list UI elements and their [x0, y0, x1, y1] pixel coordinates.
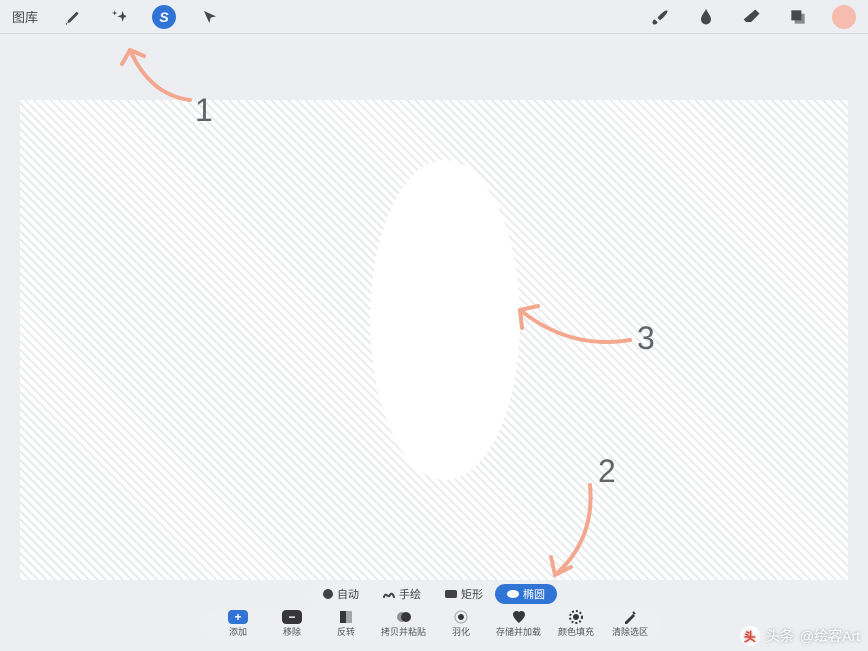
action-feather[interactable]: 羽化 [442, 610, 480, 638]
ellipse-icon [507, 590, 519, 598]
toolbar-left: 图库 S [12, 5, 222, 29]
annotation-arrow-3 [500, 280, 640, 360]
adjustments-wand-icon[interactable] [106, 5, 130, 29]
minus-icon: − [282, 610, 302, 624]
actions-wrench-icon[interactable] [60, 5, 84, 29]
selmode-auto[interactable]: 自动 [311, 584, 371, 604]
brush-icon[interactable] [648, 5, 672, 29]
invert-icon [337, 610, 355, 624]
annotation-arrow-1 [110, 40, 200, 110]
gallery-button[interactable]: 图库 [12, 7, 38, 26]
action-invert-label: 反转 [337, 625, 355, 638]
selmode-freehand[interactable]: 手绘 [371, 584, 433, 604]
auto-dot-icon [323, 589, 333, 599]
action-saveload[interactable]: 存储并加载 [496, 610, 541, 638]
annotation-number-3: 3 [637, 320, 655, 357]
action-remove-label: 移除 [283, 625, 301, 638]
clear-brush-icon [621, 610, 639, 624]
watermark-handle: @绘客Art [800, 626, 860, 646]
selection-action-bar: + 添加 − 移除 反转 拷贝并粘贴 羽化 存储并加载 颜色填充 清除选区 [205, 607, 663, 641]
plus-icon: + [228, 610, 248, 624]
watermark-logo-icon: 头 [740, 626, 760, 646]
feather-icon [452, 610, 470, 624]
action-remove[interactable]: − 移除 [273, 610, 311, 638]
transform-arrow-icon[interactable] [198, 5, 222, 29]
selmode-ellipse[interactable]: 椭圆 [495, 584, 557, 604]
action-copypaste[interactable]: 拷贝并粘贴 [381, 610, 426, 638]
copy-paste-icon [394, 610, 412, 624]
watermark: 头 头条 @绘客Art [740, 626, 860, 646]
toolbar-right [648, 5, 856, 29]
action-colorfill[interactable]: 颜色填充 [557, 610, 595, 638]
eraser-icon[interactable] [740, 5, 764, 29]
selmode-ellipse-label: 椭圆 [523, 586, 545, 602]
selmode-rect[interactable]: 矩形 [433, 584, 495, 604]
action-clear-label: 清除选区 [612, 625, 648, 638]
watermark-prefix: 头条 [766, 626, 794, 646]
action-clear[interactable]: 清除选区 [611, 610, 649, 638]
top-toolbar: 图库 S [0, 0, 868, 34]
ellipse-selection-shape [370, 160, 520, 480]
rect-icon [445, 590, 457, 598]
action-add[interactable]: + 添加 [219, 610, 257, 638]
annotation-arrow-2 [530, 480, 600, 590]
selmode-rect-label: 矩形 [461, 586, 483, 602]
action-saveload-label: 存储并加载 [496, 625, 541, 638]
annotation-number-1: 1 [195, 92, 213, 129]
smudge-icon[interactable] [694, 5, 718, 29]
color-swatch[interactable] [832, 5, 856, 29]
action-feather-label: 羽化 [452, 625, 470, 638]
layers-icon[interactable] [786, 5, 810, 29]
action-colorfill-label: 颜色填充 [558, 625, 594, 638]
action-copypaste-label: 拷贝并粘贴 [381, 625, 426, 638]
action-add-label: 添加 [229, 625, 247, 638]
annotation-number-2: 2 [598, 453, 616, 490]
action-invert[interactable]: 反转 [327, 610, 365, 638]
selmode-auto-label: 自动 [337, 586, 359, 602]
selection-tool-button[interactable]: S [152, 5, 176, 29]
selmode-freehand-label: 手绘 [399, 586, 421, 602]
freehand-squiggle-icon [383, 588, 395, 600]
fill-bucket-icon [567, 610, 585, 624]
canvas[interactable] [20, 100, 848, 580]
selection-mode-bar: 自动 手绘 矩形 椭圆 [309, 582, 559, 606]
heart-icon [510, 610, 528, 624]
